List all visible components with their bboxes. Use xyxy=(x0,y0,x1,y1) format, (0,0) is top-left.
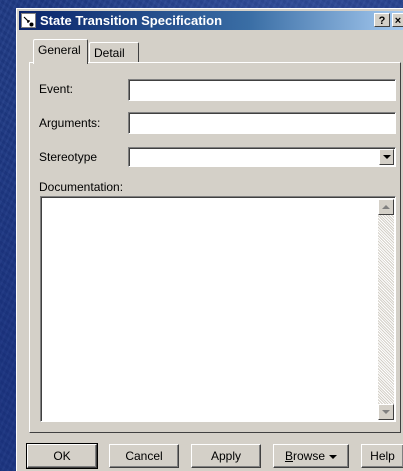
documentation-textarea[interactable] xyxy=(40,196,396,422)
cancel-button[interactable]: Cancel xyxy=(109,444,179,468)
documentation-scrollbar[interactable] xyxy=(378,199,394,420)
title-bar[interactable]: State Transition Specification ? × xyxy=(19,11,403,30)
chevron-down-icon[interactable] xyxy=(379,149,394,165)
help-icon[interactable]: ? xyxy=(374,13,390,27)
chevron-down-icon xyxy=(329,454,338,459)
state-transition-icon xyxy=(21,13,36,28)
close-icon[interactable]: × xyxy=(392,13,403,27)
event-label: Event: xyxy=(39,82,74,96)
ok-button[interactable]: OK xyxy=(26,443,98,469)
stereotype-select[interactable] xyxy=(128,147,396,167)
dialog-title: State Transition Specification xyxy=(40,13,223,28)
tab-general[interactable]: General xyxy=(33,39,88,64)
scroll-up-icon[interactable] xyxy=(378,199,394,215)
scroll-down-icon[interactable] xyxy=(378,404,394,420)
browse-button[interactable]: Browse xyxy=(273,444,349,468)
help-button[interactable]: Help xyxy=(361,444,403,468)
event-input[interactable] xyxy=(128,79,396,101)
arguments-label: Arguments: xyxy=(39,116,101,130)
apply-button[interactable]: Apply xyxy=(191,444,261,468)
browse-mnemonic: B xyxy=(284,449,293,463)
browse-label: rowse xyxy=(293,449,326,463)
tab-detail[interactable]: Detail xyxy=(89,42,139,62)
state-transition-dialog: State Transition Specification ? × Gener… xyxy=(16,8,403,471)
documentation-label: Documentation: xyxy=(39,180,124,194)
arguments-input[interactable] xyxy=(128,112,396,134)
stereotype-label: Stereotype xyxy=(39,150,98,164)
